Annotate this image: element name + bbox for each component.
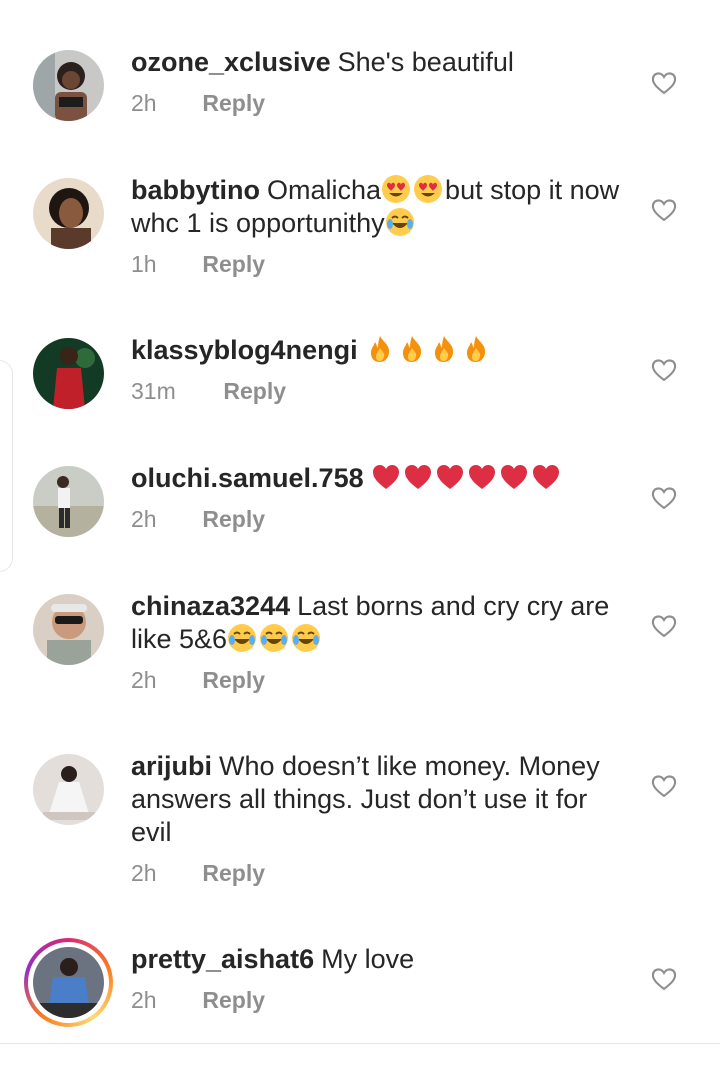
divider (0, 1043, 720, 1044)
heart-outline-icon[interactable] (650, 356, 678, 384)
comment-time: 2h (131, 506, 157, 532)
avatar[interactable] (33, 754, 104, 825)
reply-button[interactable]: Reply (202, 667, 265, 693)
joy-emoji (227, 623, 257, 653)
heart-eyes-emoji (381, 174, 411, 204)
comment-username[interactable]: klassyblog4nengi (131, 335, 358, 365)
avatar[interactable] (33, 178, 104, 249)
joy-emoji (291, 623, 321, 653)
reply-button[interactable]: Reply (202, 860, 265, 886)
fire-emoji (429, 334, 459, 364)
comment-body: oluchi.samuel.758 2h Reply (131, 462, 626, 533)
heart-eyes-emoji (413, 174, 443, 204)
comment-username[interactable]: chinaza3244 (131, 591, 290, 621)
reply-button[interactable]: Reply (202, 506, 265, 532)
comment-body: arijubi Who doesn’t like money. Money ans… (131, 750, 626, 887)
comment-username[interactable]: oluchi.samuel.758 (131, 463, 364, 493)
heart-outline-icon[interactable] (650, 772, 678, 800)
avatar[interactable] (33, 338, 104, 409)
comment-time: 31m (131, 378, 176, 404)
avatar[interactable] (33, 947, 104, 1018)
comment-time: 2h (131, 860, 157, 886)
joy-emoji (385, 207, 415, 237)
avatar[interactable] (33, 466, 104, 537)
joy-emoji (259, 623, 289, 653)
comment-body: klassyblog4nengi 31m Reply (131, 334, 626, 405)
fire-emoji (461, 334, 491, 364)
comment-time: 2h (131, 90, 157, 116)
red-heart-emoji (435, 462, 465, 492)
comment-meta: 2h Reply (131, 859, 626, 887)
comment-body: pretty_aishat6 My love 2h Reply (131, 943, 626, 1014)
heart-outline-icon[interactable] (650, 196, 678, 224)
red-heart-emoji (499, 462, 529, 492)
heart-outline-icon[interactable] (650, 612, 678, 640)
fire-emoji (365, 334, 395, 364)
fire-emoji (397, 334, 427, 364)
comment-time: 2h (131, 987, 157, 1013)
comment-meta: 1h Reply (131, 250, 626, 278)
reply-button[interactable]: Reply (202, 90, 265, 116)
comment-body: ozone_xclusive She's beautiful 2h Reply (131, 46, 626, 117)
heart-outline-icon[interactable] (650, 484, 678, 512)
heart-outline-icon[interactable] (650, 965, 678, 993)
reply-button[interactable]: Reply (202, 987, 265, 1013)
side-panel-edge (0, 360, 13, 572)
comment-username[interactable]: babbytino (131, 175, 260, 205)
comment-time: 1h (131, 251, 157, 277)
red-heart-emoji (371, 462, 401, 492)
comment-username[interactable]: ozone_xclusive (131, 47, 331, 77)
avatar[interactable] (33, 50, 104, 121)
reply-button[interactable]: Reply (202, 251, 265, 277)
avatar[interactable] (33, 594, 104, 665)
red-heart-emoji (467, 462, 497, 492)
heart-outline-icon[interactable] (650, 69, 678, 97)
comment-username[interactable]: arijubi (131, 751, 212, 781)
comment-body: chinaza3244 Last borns and cry cry are li… (131, 590, 626, 694)
comment-meta: 2h Reply (131, 505, 626, 533)
comment-meta: 2h Reply (131, 89, 626, 117)
comment-time: 2h (131, 667, 157, 693)
red-heart-emoji (531, 462, 561, 492)
comment-meta: 2h Reply (131, 986, 626, 1014)
comment-meta: 2h Reply (131, 666, 626, 694)
comment-text: My love (321, 944, 415, 974)
story-ring[interactable] (24, 938, 113, 1027)
comment-meta: 31m Reply (131, 377, 626, 405)
reply-button[interactable]: Reply (223, 378, 286, 404)
comment-text: She's beautiful (337, 47, 514, 77)
comment-username[interactable]: pretty_aishat6 (131, 944, 314, 974)
comment-text: Omalicha (267, 175, 382, 205)
comment-body: babbytino Omalicha but stop it now whc 1 i… (131, 174, 626, 278)
red-heart-emoji (403, 462, 433, 492)
